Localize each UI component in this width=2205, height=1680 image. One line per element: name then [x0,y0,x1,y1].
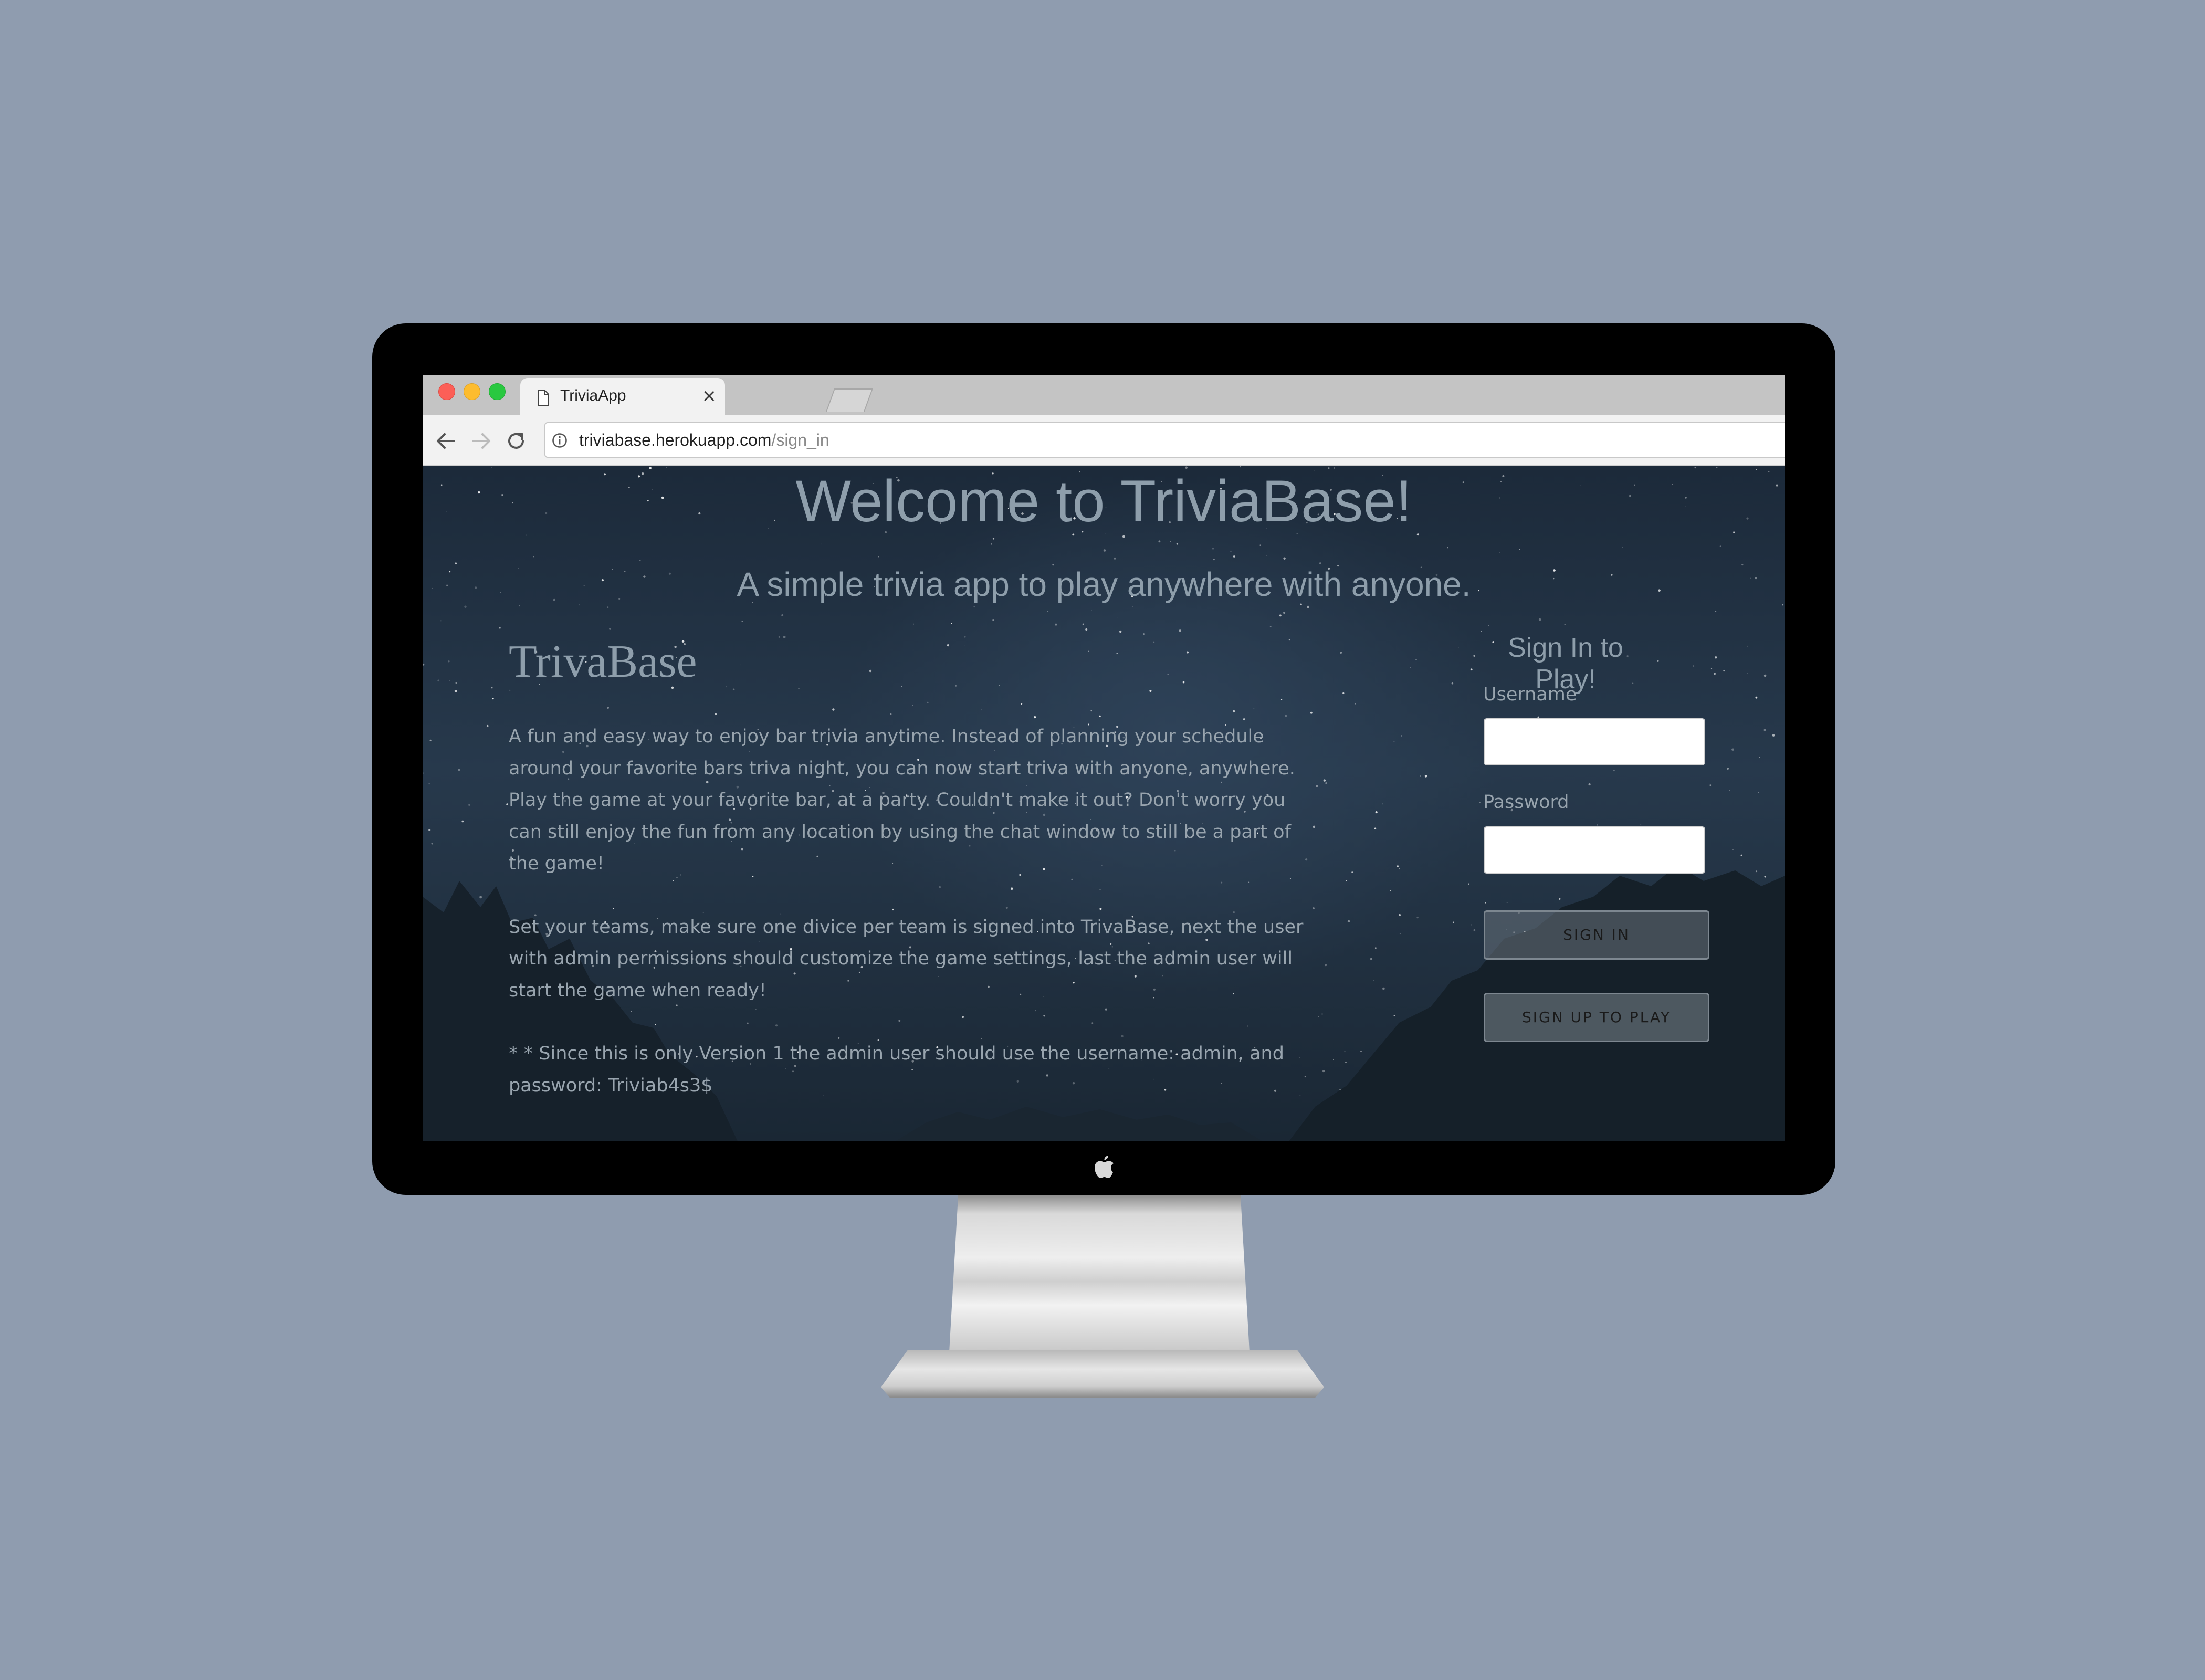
address-bar[interactable]: triviabase.herokuapp.com/sign_in [544,422,1785,458]
page-heading: Welcome to TriviaBase! [795,468,1412,534]
url-path: /sign_in [771,430,830,449]
sign-in-button[interactable]: SIGN IN [1484,910,1709,960]
username-input[interactable] [1484,718,1705,765]
brand-title: TrivaBase [509,636,697,687]
apple-logo-icon [1095,1156,1114,1178]
new-tab-button[interactable] [825,388,874,412]
page-icon [538,390,549,406]
tab-close-icon[interactable]: × [702,385,717,406]
browser-window: TriviaApp × triviabase.herokuapp.com/sig… [423,375,1785,1141]
username-label: Username [1483,684,1577,705]
sign-up-button[interactable]: SIGN UP TO PLAY [1484,993,1709,1042]
window-close-button[interactable] [438,383,455,400]
info-icon[interactable] [552,433,568,448]
description-paragraph: * * Since this is only Version 1 the adm… [509,1043,1284,1096]
description-paragraph: A fun and easy way to enjoy bar trivia a… [509,726,1295,874]
tab-title: TriviaApp [560,387,626,404]
forward-arrow-icon[interactable] [470,429,493,453]
signin-page: Welcome to TriviaBase! A simple trivia a… [423,466,1785,1141]
url-host: triviabase.herokuapp.com [579,430,772,449]
browser-toolbar: triviabase.herokuapp.com/sign_in [423,415,1785,466]
window-minimize-button[interactable] [464,383,480,400]
url-text: triviabase.herokuapp.com/sign_in [579,430,830,450]
tab-strip: TriviaApp × [423,375,1785,415]
reload-icon[interactable] [505,429,528,453]
monitor-stand-neck [949,1195,1250,1352]
password-label: Password [1483,792,1569,813]
description-paragraph: Set your teams, make sure one divice per… [509,916,1304,1001]
window-maximize-button[interactable] [489,383,506,400]
back-arrow-icon[interactable] [434,429,457,453]
tab-triviaapp[interactable]: TriviaApp × [520,378,725,415]
description: A fun and easy way to enjoy bar trivia a… [509,721,1307,1133]
monitor-stand-base [881,1350,1324,1398]
page-subheading: A simple trivia app to play anywhere wit… [737,565,1471,603]
password-input[interactable] [1484,826,1705,874]
